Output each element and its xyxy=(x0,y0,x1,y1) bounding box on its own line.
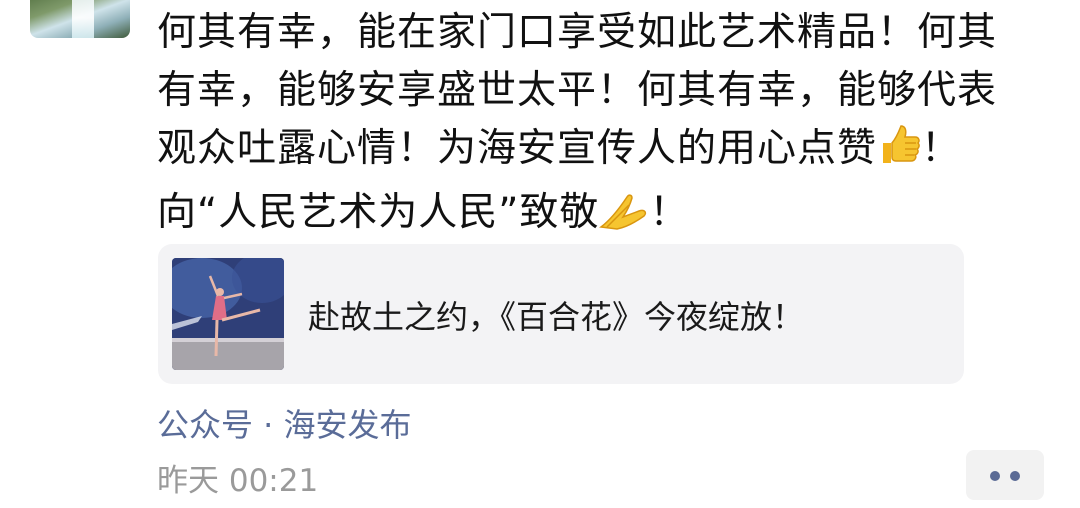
post-content: 何其有幸，能在家门口享受如此艺术精品！何其 有幸，能够安享盛世太平！何其有幸，能… xyxy=(157,4,1057,248)
shared-article-card[interactable]: 赴故土之约，《百合花》今夜绽放！ xyxy=(158,244,964,384)
post-line-4: 向“人民艺术为人民”致敬 ！ xyxy=(157,184,1057,248)
post-line-3-text: 观众吐露心情！为海安宣传人的用心点赞 xyxy=(157,126,878,171)
more-dot-icon xyxy=(990,471,1000,481)
avatar[interactable] xyxy=(30,0,130,38)
post-line-3-tail: ！ xyxy=(921,126,962,171)
post-line-4-text: 向“人民艺术为人民”致敬 xyxy=(157,190,600,235)
more-dot-icon xyxy=(1010,471,1020,481)
folded-hands-icon xyxy=(599,190,649,248)
official-account-link[interactable]: 公众号 · 海安发布 xyxy=(157,400,412,446)
ballet-dancer-image xyxy=(172,258,284,370)
article-title: 赴故土之约，《百合花》今夜绽放！ xyxy=(308,298,805,336)
moments-post: 何其有幸，能在家门口享受如此艺术精品！何其 有幸，能够安享盛世太平！何其有幸，能… xyxy=(0,0,1080,508)
post-line-3: 观众吐露心情！为海安宣传人的用心点赞 ！ xyxy=(157,120,1057,184)
post-timestamp: 昨天 00:21 xyxy=(157,463,319,499)
more-actions-button[interactable] xyxy=(966,450,1044,500)
thumbs-up-icon xyxy=(877,123,921,184)
post-line-1: 何其有幸，能在家门口享受如此艺术精品！何其 xyxy=(157,10,998,55)
post-line-2: 有幸，能够安享盛世太平！何其有幸，能够代表 xyxy=(157,68,998,113)
post-line-4-tail: ！ xyxy=(649,190,690,235)
waterfall-image xyxy=(72,0,94,38)
